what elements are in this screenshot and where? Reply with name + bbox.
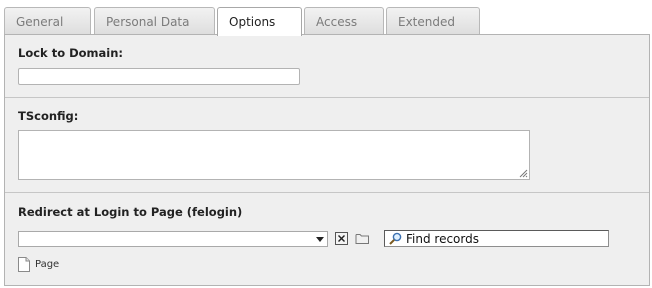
tsconfig-label: TSconfig: <box>18 109 79 123</box>
record-type-label: Page <box>35 259 60 270</box>
tsconfig-section: TSconfig: <box>5 98 649 193</box>
lock-to-domain-input[interactable] <box>18 68 300 85</box>
tab-label: Personal Data <box>106 15 190 29</box>
lock-to-domain-section: Lock to Domain: <box>5 35 649 98</box>
redirect-page-select[interactable] <box>18 231 328 247</box>
lock-to-domain-label: Lock to Domain: <box>18 46 124 60</box>
page-icon <box>18 257 30 272</box>
find-records-placeholder: Find records <box>406 232 479 246</box>
redirect-label: Redirect at Login to Page (felogin) <box>18 205 243 219</box>
tab-label: Options <box>229 15 276 29</box>
tsconfig-textarea[interactable] <box>18 130 530 180</box>
tab-access[interactable]: Access <box>304 7 384 34</box>
dropdown-arrow-icon <box>316 237 324 242</box>
tab-options[interactable]: Options <box>217 7 302 36</box>
find-records-input[interactable]: Find records <box>384 230 609 247</box>
tab-label: General <box>16 15 64 29</box>
folder-icon[interactable] <box>355 232 370 245</box>
tab-personal-data[interactable]: Personal Data <box>94 7 215 34</box>
tab-label: Extended <box>398 15 455 29</box>
remove-x-icon[interactable] <box>335 232 348 245</box>
resize-handle-icon[interactable] <box>519 169 528 178</box>
magnifier-icon <box>389 232 402 245</box>
tab-general[interactable]: General <box>4 7 91 34</box>
tab-content-panel: Lock to Domain: TSconfig: Redirect at Lo… <box>4 34 650 286</box>
tab-label: Access <box>316 15 358 29</box>
tab-extended[interactable]: Extended <box>386 7 480 34</box>
